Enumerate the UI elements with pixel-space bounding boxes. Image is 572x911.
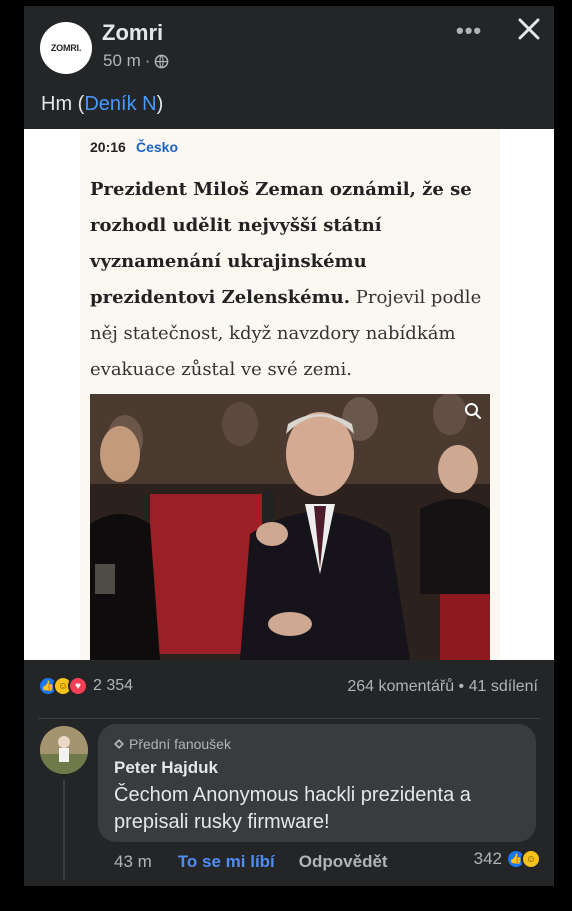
comments-count[interactable]: 264 komentářů [347, 678, 454, 695]
avatar-image [40, 726, 88, 774]
thread-line [63, 780, 65, 880]
comment-text: Čechom Anonymous hackli prezidenta a pre… [114, 784, 471, 833]
post-stats: 264 komentářů • 41 sdílení [347, 678, 538, 696]
meta-separator: · [144, 51, 151, 70]
close-icon[interactable] [516, 16, 542, 42]
reactions-summary[interactable]: 👍 ☺ ♥ 2 354 [38, 676, 133, 696]
comment-reactions[interactable]: 342 👍 ☺ [473, 849, 541, 869]
reply-button[interactable]: Odpovědět [299, 852, 388, 872]
commenter-name[interactable]: Peter Hajduk [114, 758, 218, 778]
avatar[interactable] [40, 726, 88, 774]
top-fan-badge: Přední fanoušek [114, 736, 231, 752]
post-text-suffix: ) [156, 93, 164, 115]
article-card: 20:16 Česko Prezident Miloš Zeman oznámi… [80, 129, 500, 660]
comment-actions: 43 m To se mi líbí Odpovědět [114, 852, 388, 872]
photo-illustration [90, 394, 490, 660]
page-avatar[interactable]: ZOMRI. [40, 22, 92, 74]
comment-reaction-count: 342 [473, 849, 502, 868]
reaction-count: 2 354 [93, 677, 134, 694]
love-icon: ♥ [68, 676, 88, 696]
post-text-prefix: Hm ( [41, 93, 85, 115]
post-text: Hm (Deník N) [41, 93, 163, 116]
comment-bubble[interactable]: Přední fanoušek Peter Hajduk Čechom Anon… [98, 724, 536, 842]
post-meta: 50 m · [103, 51, 169, 71]
divider [38, 718, 540, 719]
comment-time[interactable]: 43 m [114, 852, 152, 872]
post-time[interactable]: 50 m [103, 51, 141, 71]
stats-dot: • [458, 678, 465, 695]
article-headline: Prezident Miloš Zeman oznámil, že se roz… [90, 172, 490, 388]
like-button[interactable]: To se mi líbí [178, 852, 275, 872]
shares-count[interactable]: 41 sdílení [469, 678, 538, 695]
article-screenshot[interactable]: 20:16 Česko Prezident Miloš Zeman oznámi… [24, 129, 554, 660]
globe-icon [155, 54, 169, 68]
reaction-icons: 👍 ☺ ♥ [38, 676, 88, 696]
haha-icon: ☺ [521, 849, 541, 869]
diamond-icon [114, 739, 124, 749]
source-link[interactable]: Deník N [84, 93, 156, 115]
page-name[interactable]: Zomri [102, 20, 163, 46]
article-category: Česko [136, 139, 179, 155]
badge-label: Přední fanoušek [129, 736, 231, 752]
article-time: 20:16 [90, 139, 126, 155]
page-logo: ZOMRI. [50, 43, 82, 53]
zoom-icon[interactable] [464, 402, 482, 420]
post-screen: ZOMRI. Zomri 50 m · ••• Hm (Deník N) 20:… [24, 6, 554, 886]
article-photo [90, 394, 490, 660]
more-options-icon[interactable]: ••• [456, 18, 482, 44]
